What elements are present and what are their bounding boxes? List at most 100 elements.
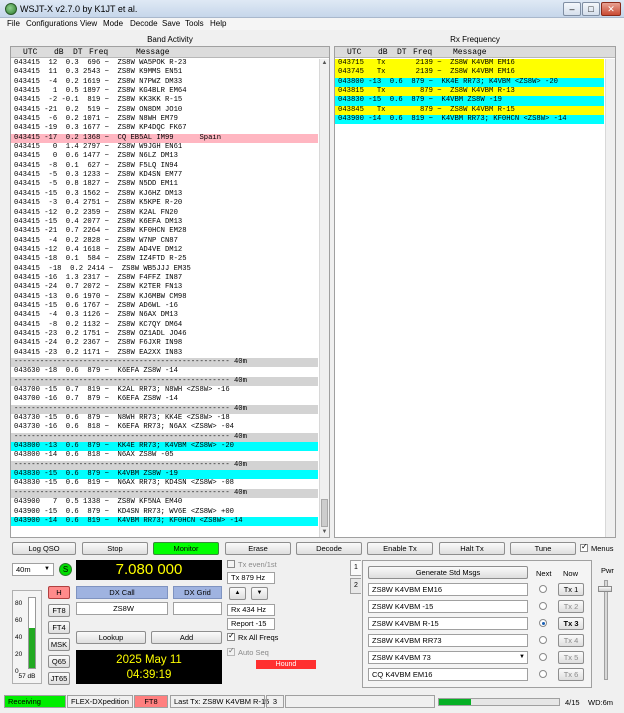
decode-row[interactable]: 043415 -15 0.6 1767 ~ ZS8W AD6WL -16 — [11, 302, 318, 311]
tx5-message-input[interactable]: ZS8W K4VBM 73 — [368, 651, 528, 664]
decode-row[interactable]: 043415 -2 -0.1 819 ~ ZS8W KK3KK R-15 — [11, 96, 318, 105]
band-separator[interactable]: ----------------------------------------… — [11, 432, 318, 443]
minimize-icon[interactable]: – — [563, 2, 581, 16]
menu-save[interactable]: Save — [162, 19, 180, 28]
tab-1[interactable]: 1 — [350, 560, 361, 576]
menu-configurations[interactable]: Configurations — [26, 19, 78, 28]
maximize-icon[interactable]: □ — [582, 2, 600, 16]
monitor-button[interactable]: Monitor — [153, 542, 219, 555]
tx4-now-button[interactable]: Tx 4 — [558, 634, 584, 647]
mode-ft8-button[interactable]: FT8 — [48, 604, 70, 617]
dx-grid-input[interactable] — [173, 602, 222, 615]
decode-row[interactable]: 043415 -6 0.2 1071 ~ ZS8W N8WH EM79 — [11, 115, 318, 124]
rx-all-freqs-checkbox[interactable] — [227, 631, 235, 641]
enable-tx-button[interactable]: Enable Tx — [367, 542, 433, 555]
decode-row[interactable]: 043415 -21 0.2 519 ~ ZS8W ON8DM JO10 — [11, 106, 318, 115]
decode-row[interactable]: 043415 -19 0.3 1677 ~ ZS8W KP4DQC FK67 — [11, 124, 318, 133]
tx1-next-radio[interactable] — [539, 585, 547, 593]
decode-row[interactable]: 043415 -4 0.3 1126 ~ ZS8W N6AX DM13 — [11, 311, 318, 320]
mode-msk-button[interactable]: MSK — [48, 638, 70, 651]
decode-row[interactable]: 043730 -16 0.6 818 ~ K6EFA RR73; N6AX <Z… — [11, 423, 318, 432]
mode-ft4-button[interactable]: FT4 — [48, 621, 70, 634]
tx4-message-input[interactable]: ZS8W K4VBM RR73 — [368, 634, 528, 647]
menu-help[interactable]: Help — [210, 19, 226, 28]
decode-row[interactable]: 043415 -4 0.2 2828 ~ ZS8W W7NP CN87 — [11, 237, 318, 246]
decode-row[interactable]: 043900 -14 0.6 819 ~ K4VBM RR73; KF0HCN … — [335, 115, 604, 125]
tx3-message-input[interactable]: ZS8W K4VBM R-15 — [368, 617, 528, 630]
tx2-now-button[interactable]: Tx 2 — [558, 600, 584, 613]
decode-row[interactable]: 043630 -18 0.6 879 ~ K6EFA ZS8W -14 — [11, 367, 318, 376]
tx2-next-radio[interactable] — [539, 602, 547, 610]
tune-button[interactable]: Tune — [510, 542, 576, 555]
pwr-slider-handle[interactable] — [598, 586, 612, 592]
decode-row[interactable]: 043415 -8 0.1 627 ~ ZS8W F5LQ IN94 — [11, 162, 318, 171]
tx3-now-button[interactable]: Tx 3 — [558, 617, 584, 630]
decode-row[interactable]: 043415 12 0.3 696 ~ ZS8W WA5POK R-23 — [11, 59, 318, 68]
close-icon[interactable]: ✕ — [601, 2, 621, 16]
decode-row[interactable]: 043800 -14 0.6 818 ~ N6AX ZS8W -05 — [11, 451, 318, 460]
lookup-button[interactable]: Lookup — [76, 631, 146, 644]
halt-tx-button[interactable]: Halt Tx — [439, 542, 505, 555]
tx1-message-input[interactable]: ZS8W K4VBM EM16 — [368, 583, 528, 596]
band-separator[interactable]: ----------------------------------------… — [11, 376, 318, 387]
band-separator[interactable]: ----------------------------------------… — [11, 358, 318, 368]
tx-even-checkbox[interactable] — [227, 560, 235, 568]
scroll-thumb[interactable] — [321, 499, 328, 527]
pwr-slider-track[interactable] — [604, 580, 608, 680]
decode-row[interactable]: 043845 Tx 879 ~ ZS8W K4VBM R-15 — [335, 105, 604, 116]
menus-checkbox[interactable] — [580, 542, 588, 552]
mode-q65-button[interactable]: Q65 — [48, 655, 70, 668]
rx-frequency-list[interactable]: UTC dB DT Freq Message 043715 Tx 2139 ~ … — [334, 46, 616, 538]
mode-jt65-button[interactable]: JT65 — [48, 672, 70, 685]
decode-row[interactable]: 043415 -23 0.2 1171 ~ ZS8W EA2XX IN83 — [11, 349, 318, 358]
tx1-now-button[interactable]: Tx 1 — [558, 583, 584, 596]
decode-row[interactable]: 043900 7 0.5 1338 ~ ZS8W KF5NA EM40 — [11, 498, 318, 507]
decode-row[interactable]: 043415 -12 0.2 2359 ~ ZS8W K2AL FN20 — [11, 209, 318, 218]
scroll-up-icon[interactable]: ▲ — [320, 59, 329, 68]
mode-h-button[interactable]: H — [48, 586, 70, 599]
tx-freq-spinbox[interactable]: Tx 879 Hz — [227, 572, 275, 584]
tab-2[interactable]: 2 — [350, 578, 361, 594]
dx-call-input[interactable]: ZS8W — [76, 602, 168, 615]
menu-view[interactable]: View — [80, 19, 97, 28]
decode-row[interactable]: 043745 Tx 2139 ~ ZS8W K4VBM EM16 — [335, 68, 604, 78]
chevron-down-icon[interactable]: ▼ — [519, 654, 525, 660]
decode-row[interactable]: 043900 -15 0.6 879 ~ KD4SN RR73; WV6E <Z… — [11, 508, 318, 517]
decode-row[interactable]: 043415 -3 0.4 2751 ~ ZS8W K5KPE R-20 — [11, 199, 318, 208]
decode-row[interactable]: 043830 -15 0.6 879 ~ K4VBM ZS8W -19 — [335, 96, 604, 106]
decode-row[interactable]: 043415 -23 0.2 1751 ~ ZS8W OZ1ADL JO46 — [11, 330, 318, 339]
decode-row[interactable]: 043415 -18 0.1 584 ~ ZS8W IZ4FTD R-25 — [11, 255, 318, 264]
tx6-message-input[interactable]: CQ K4VBM EM16 — [368, 668, 528, 681]
tx3-next-radio[interactable] — [539, 619, 547, 627]
tx6-next-radio[interactable] — [539, 670, 547, 678]
decode-row[interactable]: 043830 -15 0.6 819 ~ N6AX RR73; KD4SN <Z… — [11, 479, 318, 488]
decode-row[interactable]: 043415 -24 0.2 2367 ~ ZS8W F6JXR IN98 — [11, 339, 318, 348]
scroll-down-icon[interactable]: ▼ — [320, 528, 329, 537]
decode-row[interactable]: 043415 -18 0.2 2414 ~ ZS8W WB5JJJ EM35 — [11, 265, 318, 274]
decode-row[interactable]: 043415 -12 0.4 1618 ~ ZS8W AD4VE DM12 — [11, 246, 318, 255]
erase-button[interactable]: Erase — [225, 542, 291, 555]
tx4-next-radio[interactable] — [539, 636, 547, 644]
decode-row[interactable]: 043415 1 0.5 1897 ~ ZS8W KG4BLR EM64 — [11, 87, 318, 96]
tx6-now-button[interactable]: Tx 6 — [558, 668, 584, 681]
decode-button[interactable]: Decode — [296, 542, 362, 555]
decode-row[interactable]: 043415 -8 0.2 1132 ~ ZS8W KC7QY DM64 — [11, 321, 318, 330]
decode-row[interactable]: 043415 -16 1.3 2317 ~ ZS8W F4FFZ IN87 — [11, 274, 318, 283]
menu-decode[interactable]: Decode — [130, 19, 158, 28]
tx5-now-button[interactable]: Tx 5 — [558, 651, 584, 664]
decode-row[interactable]: 043415 -21 0.7 2264 ~ ZS8W KF0HCN EM28 — [11, 227, 318, 236]
decode-row[interactable]: 043415 0 0.6 1477 ~ ZS8W N6LZ DM13 — [11, 152, 318, 161]
band-separator[interactable]: ----------------------------------------… — [11, 404, 318, 415]
decode-row[interactable]: 043415 -17 0.2 1368 ~ CQ EB5AL IM99 Spai… — [11, 133, 318, 144]
decode-row[interactable]: 043700 -16 0.7 879 ~ K6EFA ZS8W -14 — [11, 395, 318, 404]
generate-std-msgs-button[interactable]: Generate Std Msgs — [368, 566, 528, 579]
arrow-down-icon[interactable]: ▼ — [251, 587, 268, 600]
decode-row[interactable]: 043900 -14 0.6 819 ~ K4VBM RR73; KF0HCN … — [11, 516, 318, 527]
decode-row[interactable]: 043715 Tx 2139 ~ ZS8W K4VBM EM16 — [335, 59, 604, 69]
decode-row[interactable]: 043800 -13 0.6 879 ~ KK4E RR73; K4VBM <Z… — [335, 77, 604, 88]
add-button[interactable]: Add — [151, 631, 222, 644]
log-qso-button[interactable]: Log QSO — [12, 542, 76, 555]
decode-row[interactable]: 043415 -15 0.4 2077 ~ ZS8W K6EFA DM13 — [11, 218, 318, 227]
decode-row[interactable]: 043415 -13 0.6 1970 ~ ZS8W KJ6MBW CM98 — [11, 293, 318, 302]
band-separator[interactable]: ----------------------------------------… — [11, 460, 318, 471]
